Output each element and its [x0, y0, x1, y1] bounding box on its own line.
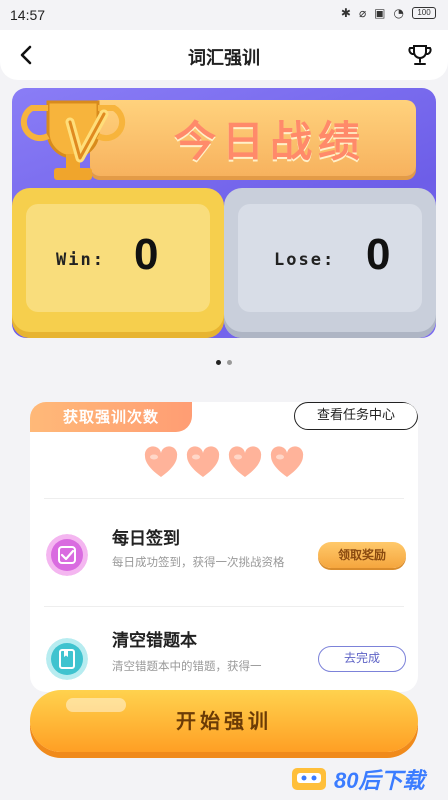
start-training-label: 开始强训 — [176, 709, 272, 733]
status-time: 14:57 — [10, 7, 46, 23]
bluetooth-icon: ✱ — [340, 6, 351, 20]
status-bar: 14:57 ✱ ⌀ ▣ ◔ 100 — [0, 0, 448, 30]
lose-label: Lose: — [274, 250, 336, 270]
nav-bar: 词汇强训 — [0, 30, 448, 80]
watermark-text: 80后下载 — [334, 768, 425, 793]
get-training-count-label: 获取强训次数 — [30, 402, 192, 432]
task-desc: 每日成功签到，获得一次挑战资格 — [112, 555, 285, 569]
banner-title-box: 今日战绩 — [90, 100, 416, 176]
banner-title: 今日战绩 — [173, 117, 366, 166]
divider — [44, 498, 404, 499]
pager-dot[interactable] — [227, 360, 232, 365]
win-label: Win: — [56, 250, 105, 270]
sim-icon: ▣ — [374, 6, 386, 20]
heart-icon — [144, 446, 178, 477]
task-title: 每日签到 — [112, 529, 180, 549]
button-gloss — [66, 698, 126, 712]
page-title: 词汇强训 — [188, 48, 260, 69]
lose-value: 0 — [366, 230, 391, 279]
pager-dots — [0, 360, 448, 365]
heart-icon — [270, 446, 304, 477]
lose-card: Lose: 0 — [224, 188, 436, 338]
pager-dot-active[interactable] — [216, 360, 221, 365]
lose-card-inner: Lose: 0 — [238, 204, 422, 312]
watermark: 80后下载 — [290, 762, 440, 796]
mute-icon: ⌀ — [358, 6, 367, 20]
task-title: 清空错题本 — [112, 631, 197, 651]
divider — [44, 606, 404, 607]
wifi-icon: ◔ — [393, 6, 404, 20]
start-training-button[interactable]: 开始强训 — [30, 690, 418, 752]
gold-trophy-icon — [20, 100, 126, 180]
win-card: Win: 0 — [12, 188, 224, 338]
win-value: 0 — [134, 230, 159, 279]
go-complete-button[interactable]: 去完成 — [318, 646, 406, 672]
win-card-inner: Win: 0 — [26, 204, 210, 312]
task-center-button[interactable]: 查看任务中心 — [294, 402, 418, 430]
status-icons: ✱ ⌀ ▣ ◔ 100 — [341, 6, 436, 20]
task-desc: 清空错题本中的错题，获得一 — [112, 659, 262, 673]
watermark-logo-icon — [292, 768, 326, 790]
battery-icon: 100 — [412, 7, 436, 19]
checkin-icon — [46, 534, 88, 576]
notebook-icon — [46, 638, 88, 680]
heart-icon — [186, 446, 220, 477]
hearts-row — [30, 446, 418, 480]
claim-reward-button[interactable]: 领取奖励 — [318, 542, 406, 568]
today-record-banner: 今日战绩 Win: 0 Lose: 0 — [12, 88, 436, 338]
tasks-card: 获取强训次数 查看任务中心 每日签到 每日成功签到，获得一次挑战资格 领取奖励 … — [30, 402, 418, 692]
trophy-icon[interactable] — [406, 41, 434, 69]
heart-icon — [228, 446, 262, 477]
